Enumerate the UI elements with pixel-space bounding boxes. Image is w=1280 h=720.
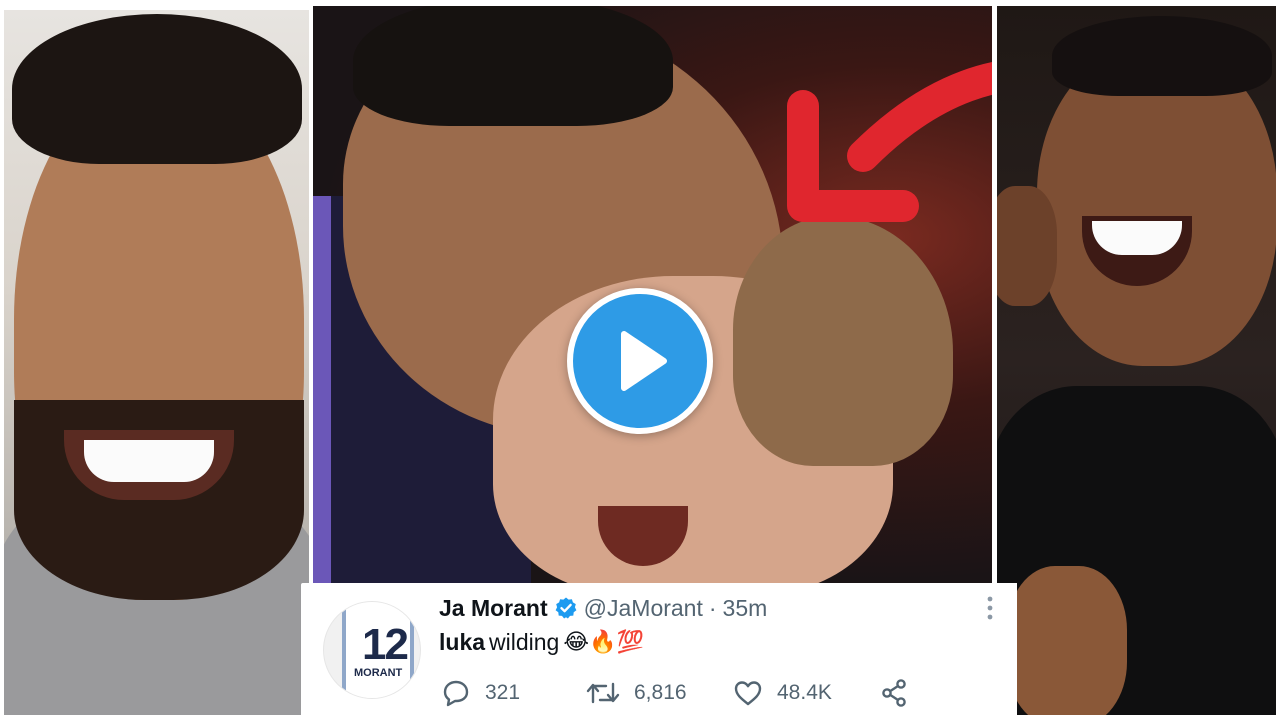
reply-icon: [443, 680, 469, 707]
verified-badge-icon: [555, 597, 577, 619]
like-button[interactable]: 48.4K: [733, 679, 879, 707]
retweet-count: 6,816: [634, 681, 687, 704]
right-person-teeth: [1092, 221, 1182, 255]
like-count: 48.4K: [777, 681, 832, 704]
share-button[interactable]: [879, 678, 909, 708]
left-photo-panel: [4, 10, 309, 715]
avatar-jersey-name: MORANT: [354, 667, 403, 679]
reply-count: 321: [485, 681, 521, 704]
avatar-jersey-number: 12: [362, 620, 409, 669]
left-person-hair: [12, 14, 302, 164]
tweet-text: luka wilding 😂🔥💯: [439, 629, 644, 656]
avatar[interactable]: 12 MORANT: [323, 601, 421, 699]
user-handle[interactable]: @JaMorant: [584, 595, 703, 622]
left-person-teeth: [84, 440, 214, 482]
more-vertical-icon[interactable]: [985, 595, 995, 621]
video-play-button[interactable]: [567, 288, 713, 434]
tweet-header: Ja Morant @JaMorant · 35m: [439, 593, 767, 623]
tweet-card[interactable]: 12 MORANT Ja Morant @JaMorant · 35m luka…: [301, 583, 1017, 720]
retweet-button[interactable]: 6,816: [586, 680, 733, 706]
tweet-actions: 321 6,816 48.4K: [441, 678, 909, 708]
front-player-hair: [353, 6, 673, 126]
share-icon: [882, 679, 906, 707]
reply-button[interactable]: 321: [441, 679, 586, 707]
right-person-hair: [1052, 16, 1272, 96]
heart-icon: [734, 681, 762, 706]
right-photo-panel: [997, 6, 1276, 715]
tweet-timestamp[interactable]: 35m: [723, 595, 768, 622]
red-arrow-icon: [787, 62, 992, 222]
retweet-icon: [586, 682, 620, 704]
play-icon: [621, 331, 667, 391]
right-person-arm: [1007, 566, 1127, 715]
right-person-fist: [997, 186, 1057, 306]
tweet-text-bold: luka: [439, 629, 486, 655]
tweet-text-rest: wilding: [489, 629, 560, 655]
header-separator: ·: [708, 594, 717, 621]
display-name[interactable]: Ja Morant: [439, 595, 548, 622]
tweet-emojis: 😂🔥💯: [563, 630, 644, 655]
